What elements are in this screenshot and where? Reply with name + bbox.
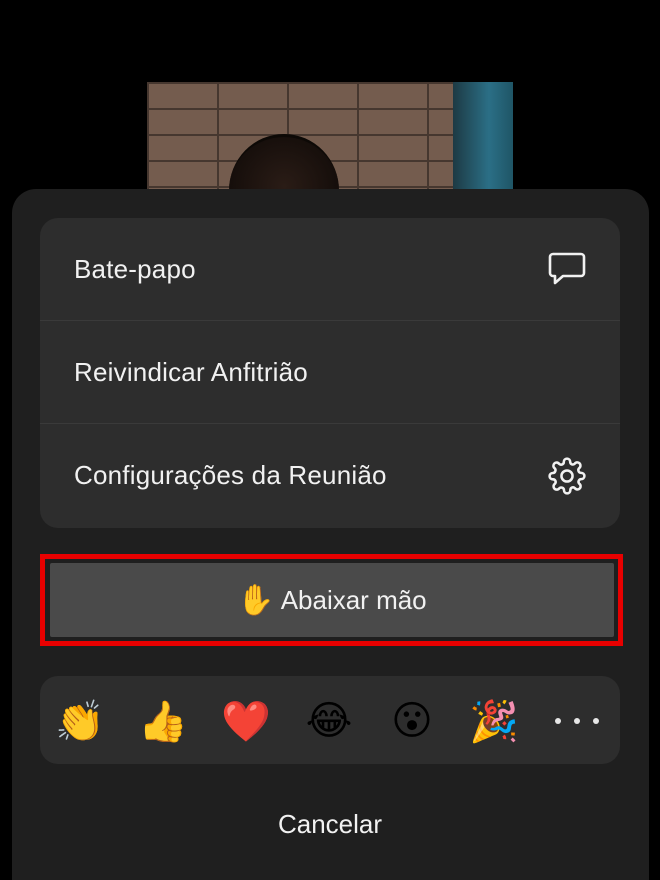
options-menu: Bate-papo Reivindicar Anfitrião Configur… [40, 218, 620, 528]
laughing-tears-icon[interactable]: 😂 [302, 694, 356, 748]
party-popper-icon[interactable]: 🎉 [467, 694, 521, 748]
gear-icon [547, 456, 587, 496]
more-dots-icon[interactable] [555, 694, 599, 748]
menu-item-chat[interactable]: Bate-papo [40, 218, 620, 321]
menu-item-claim-host[interactable]: Reivindicar Anfitrião [40, 321, 620, 424]
chat-bubble-icon [547, 249, 587, 289]
clapping-hands-icon[interactable]: 👏 [53, 694, 107, 748]
dot [574, 718, 580, 724]
dot [555, 718, 561, 724]
cancel-button[interactable]: Cancelar [230, 798, 430, 850]
reactions-bar: 👏 👍 ❤️ 😂 😮 🎉 [40, 676, 620, 764]
meeting-screen: Bate-papo Reivindicar Anfitrião Configur… [0, 0, 660, 880]
menu-item-label: Configurações da Reunião [74, 460, 387, 490]
surprised-face-icon[interactable]: 😮 [385, 694, 439, 748]
heart-icon[interactable]: ❤️ [219, 694, 273, 748]
thumbs-up-icon[interactable]: 👍 [136, 694, 190, 748]
menu-item-label: Reivindicar Anfitrião [74, 356, 308, 387]
lower-hand-label: Abaixar mão [280, 584, 427, 615]
menu-item-meeting-settings[interactable]: Configurações da Reunião [40, 424, 620, 527]
menu-item-label: Bate-papo [74, 253, 196, 284]
raised-hand-icon: ✋ [237, 583, 275, 617]
dot [593, 718, 599, 724]
lower-hand-button[interactable]: ✋ Abaixar mão [50, 563, 614, 637]
